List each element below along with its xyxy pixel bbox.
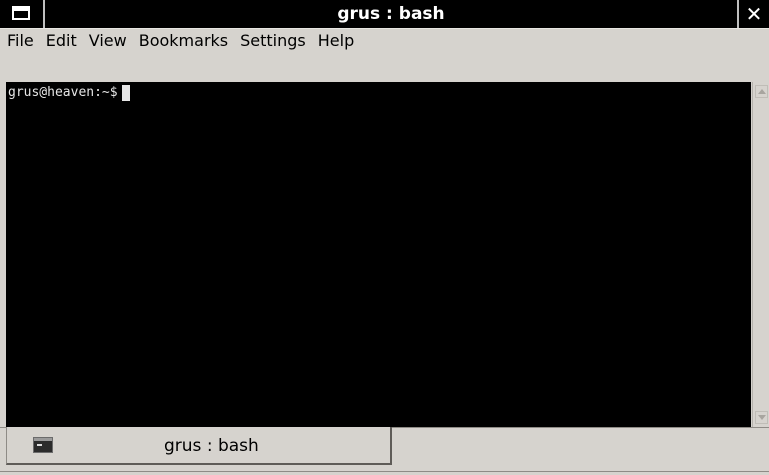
tab-grus-bash[interactable]: grus : bash bbox=[6, 427, 392, 465]
menu-edit[interactable]: Edit bbox=[40, 29, 83, 53]
scroll-up-button[interactable] bbox=[755, 85, 768, 98]
window-title: grus : bash bbox=[337, 4, 445, 24]
close-icon: ✕ bbox=[745, 2, 763, 26]
close-button[interactable]: ✕ bbox=[737, 0, 769, 28]
prompt-text: grus@heaven:~$ bbox=[8, 85, 118, 100]
menu-bar: File Edit View Bookmarks Settings Help bbox=[0, 28, 769, 53]
terminal-icon bbox=[33, 437, 53, 453]
menu-view[interactable]: View bbox=[83, 29, 133, 53]
window-menu-icon bbox=[12, 6, 30, 20]
menu-help[interactable]: Help bbox=[312, 29, 360, 53]
menu-settings[interactable]: Settings bbox=[234, 29, 312, 53]
scroll-down-icon bbox=[758, 415, 766, 420]
menu-file[interactable]: File bbox=[0, 29, 40, 53]
scroll-up-icon bbox=[758, 89, 766, 94]
scroll-down-button[interactable] bbox=[755, 411, 768, 424]
vertical-scrollbar[interactable] bbox=[752, 82, 769, 427]
terminal-area[interactable]: grus@heaven:~$ bbox=[6, 82, 751, 427]
tab-bar: grus : bash bbox=[0, 427, 769, 475]
menu-bookmarks[interactable]: Bookmarks bbox=[133, 29, 234, 53]
tab-label: grus : bash bbox=[164, 436, 259, 456]
terminal-window: grus : bash ✕ File Edit View Bookmarks S… bbox=[0, 0, 769, 475]
window-menu-button[interactable] bbox=[0, 0, 45, 28]
prompt-line: grus@heaven:~$ bbox=[8, 85, 130, 101]
title-bar[interactable]: grus : bash ✕ bbox=[0, 0, 769, 28]
text-cursor bbox=[121, 85, 130, 101]
status-strip bbox=[0, 471, 769, 475]
